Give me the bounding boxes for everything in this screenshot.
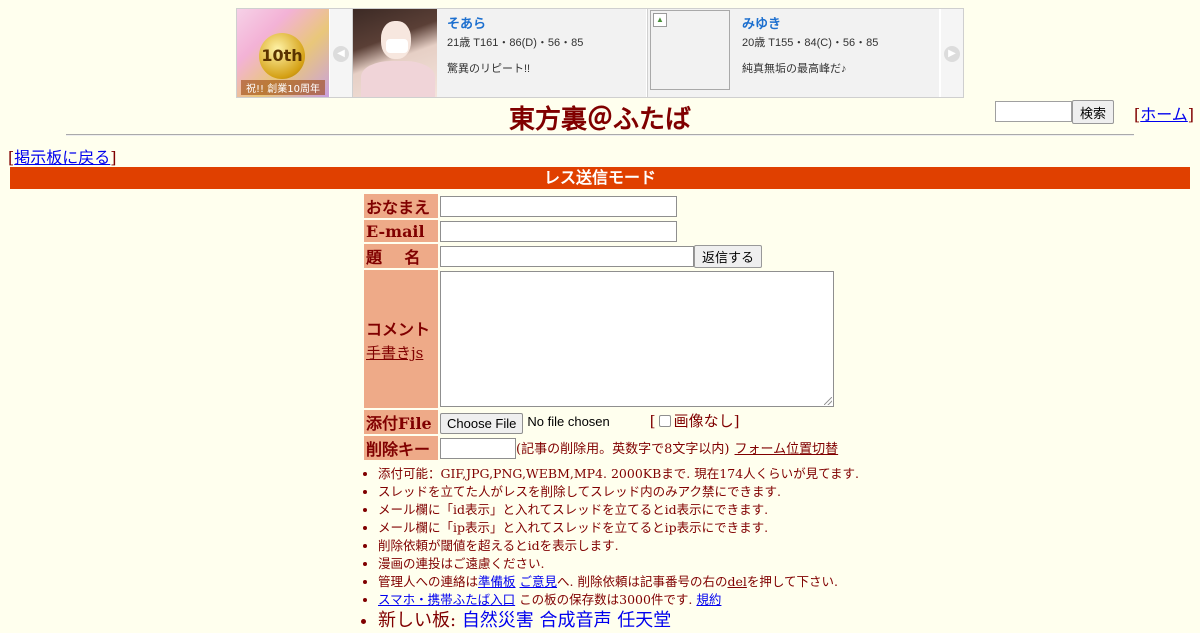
name-field[interactable] bbox=[440, 195, 677, 217]
list-item: 添付可能：GIF,JPG,PNG,WEBM,MP4. 2000KBまで. 現在1… bbox=[378, 465, 859, 483]
chevron-left-icon: ◀ bbox=[333, 45, 349, 62]
logo-caption: 祝!! 創業10周年 bbox=[241, 80, 325, 95]
resize-grip-icon[interactable] bbox=[824, 397, 832, 405]
prep-board-link[interactable]: 準備板 bbox=[478, 574, 516, 589]
list-item: スレッドを立てた人がレスを削除してスレッド内のみアク禁にできます. bbox=[378, 483, 859, 501]
email-label: E-mail bbox=[364, 220, 438, 242]
comment-textarea[interactable] bbox=[440, 271, 834, 407]
del-link[interactable]: del bbox=[727, 574, 746, 589]
divider bbox=[66, 134, 1134, 136]
reply-form: おなまえ E-mail 題 名 返信する コメント 手書きjs 添付File C… bbox=[362, 192, 840, 462]
no-image-toggle: [画像なし] bbox=[649, 412, 740, 431]
home-link[interactable]: ホーム bbox=[1140, 105, 1188, 124]
file-label: 添付File bbox=[364, 410, 438, 434]
banner-card[interactable]: そあら 21歳 T161・86(D)・56・85 驚異のリピート!! bbox=[352, 9, 646, 97]
handwrite-link[interactable]: 手書きjs bbox=[366, 342, 438, 363]
card-stats: 21歳 T161・86(D)・56・85 bbox=[447, 37, 584, 49]
banner-logo[interactable]: 10th 祝!! 創業10周年 bbox=[237, 9, 329, 97]
submit-reply-button[interactable]: 返信する bbox=[694, 244, 762, 268]
banner-card[interactable]: ▲ みゆき 20歳 T155・84(C)・56・85 純真無垢の最高峰だ♪ bbox=[647, 9, 939, 97]
mobile-entrance-link[interactable]: スマホ・携帯ふたば入口 bbox=[378, 592, 515, 607]
broken-image-icon: ▲ bbox=[650, 10, 730, 90]
delete-key-label: 削除キー bbox=[364, 436, 438, 460]
chevron-right-icon: ▶ bbox=[944, 45, 960, 62]
feedback-link[interactable]: ご意見 bbox=[520, 574, 558, 589]
back-link-wrap: [掲示板に戻る] bbox=[8, 148, 117, 167]
mode-banner: レス送信モード bbox=[10, 167, 1190, 189]
home-link-wrap: [ホーム] bbox=[1134, 105, 1195, 124]
banner-prev-button[interactable]: ◀ bbox=[330, 9, 352, 97]
list-item: 管理人への連絡は準備板 ご意見へ. 削除依頼は記事番号の右のdelを押して下さい… bbox=[378, 573, 859, 591]
form-position-toggle-link[interactable]: フォーム位置切替 bbox=[735, 442, 839, 457]
list-item: スマホ・携帯ふたば入口 この板の保存数は3000件です. 規約 bbox=[378, 591, 859, 609]
subject-field[interactable] bbox=[440, 245, 694, 267]
new-board-link[interactable]: 任天堂 bbox=[617, 610, 671, 631]
list-item: メール欄に「ip表示」と入れてスレッドを立てるとip表示にできます. bbox=[378, 519, 859, 537]
card-name[interactable]: そあら bbox=[447, 13, 642, 32]
card-message: 純真無垢の最高峰だ♪ bbox=[742, 63, 847, 75]
no-image-checkbox[interactable] bbox=[658, 415, 671, 428]
profile-photo: ▲ bbox=[648, 9, 732, 97]
card-message: 驚異のリピート!! bbox=[447, 63, 531, 75]
board-rules: 添付可能：GIF,JPG,PNG,WEBM,MP4. 2000KBまで. 現在1… bbox=[362, 465, 859, 633]
banner-next-button[interactable]: ▶ bbox=[941, 9, 963, 97]
choose-file-button[interactable]: Choose File bbox=[440, 412, 524, 434]
search-button[interactable]: 検索 bbox=[1072, 100, 1114, 124]
ad-banner[interactable]: 10th 祝!! 創業10周年 ◀ そあら 21歳 T161・86(D)・56・… bbox=[236, 8, 964, 98]
email-field[interactable] bbox=[440, 220, 677, 242]
search-input[interactable] bbox=[995, 101, 1072, 122]
terms-link[interactable]: 規約 bbox=[696, 592, 721, 607]
comment-label: コメント bbox=[366, 319, 431, 339]
card-stats: 20歳 T155・84(C)・56・85 bbox=[742, 37, 879, 49]
delete-key-field[interactable] bbox=[440, 437, 516, 459]
back-to-board-link[interactable]: 掲示板に戻る bbox=[14, 148, 110, 167]
new-board-link[interactable]: 自然災害 bbox=[462, 610, 534, 631]
comment-label-cell: コメント 手書きjs bbox=[364, 270, 438, 408]
file-status: No file chosen bbox=[527, 414, 610, 430]
anniversary-badge: 10th bbox=[259, 33, 305, 79]
list-item: 削除依頼が閾値を超えるとidを表示します. bbox=[378, 537, 859, 555]
name-label: おなまえ bbox=[364, 194, 438, 218]
delete-key-note: (記事の削除用。英数字で8文字以内) bbox=[516, 441, 730, 457]
list-item: 漫画の連投はご遠慮ください. bbox=[378, 555, 859, 573]
card-name[interactable]: みゆき bbox=[742, 13, 935, 32]
list-item: 新しい板: 自然災害 合成音声 任天堂 bbox=[378, 609, 859, 633]
new-board-link[interactable]: 合成音声 bbox=[540, 610, 612, 631]
list-item: メール欄に「id表示」と入れてスレッドを立てるとid表示にできます. bbox=[378, 501, 859, 519]
subject-label: 題 名 bbox=[364, 244, 438, 268]
profile-photo bbox=[353, 9, 437, 97]
